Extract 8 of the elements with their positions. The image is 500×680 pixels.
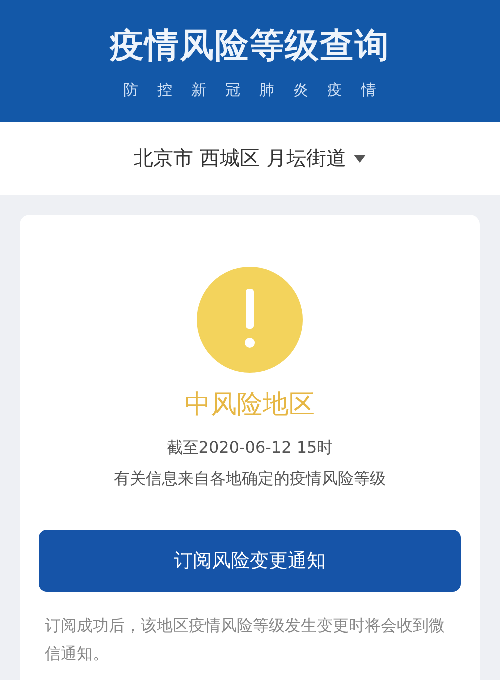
caret-icon [354,154,366,162]
subscribe-note: 订阅成功后，该地区疫情风险等级发生变更时将会收到微信通知。 [45,615,446,665]
update-time: 截至2020-06-12 15时 [166,438,334,459]
page-subtitle: 防 控 新 冠 肺 炎 疫 情 [124,80,376,100]
subscribe-button[interactable]: 订阅风险变更通知 [39,530,461,592]
risk-level: 中风险地区 [185,389,315,422]
page-title: 疫情风险等级查询 [110,24,390,68]
source-note: 有关信息来自各地确定的疫情风险等级 [114,469,386,490]
